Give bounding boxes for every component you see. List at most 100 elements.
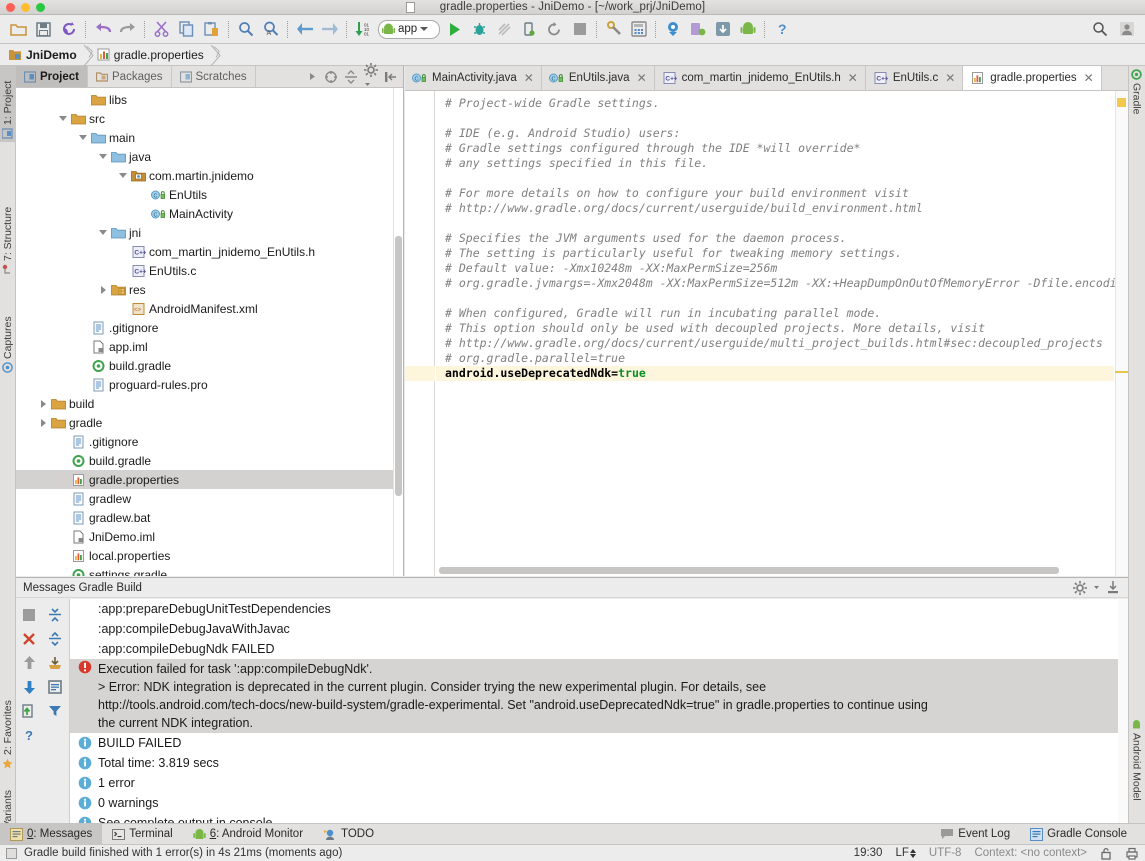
status-toggle-icon[interactable] <box>6 848 17 859</box>
inspections-icon[interactable] <box>1125 847 1139 860</box>
back-icon[interactable] <box>292 17 317 42</box>
tree-node[interactable]: build.gradle <box>16 451 393 470</box>
tree-node[interactable]: res <box>16 280 393 299</box>
lock-icon[interactable] <box>1100 847 1112 860</box>
tree-node[interactable]: src <box>16 109 393 128</box>
user-account-icon[interactable] <box>1114 17 1139 42</box>
expand-all-icon[interactable] <box>42 603 68 627</box>
help-icon[interactable]: ? <box>769 17 794 42</box>
search-everywhere-icon[interactable] <box>1087 17 1112 42</box>
editor-gutter[interactable] <box>405 91 435 576</box>
collapse-all-icon[interactable] <box>344 70 358 84</box>
expand-toggle-right-icon[interactable] <box>96 286 110 294</box>
tab-packages[interactable]: Packages <box>88 66 172 87</box>
expand-toggle-down-icon[interactable] <box>96 230 110 235</box>
bottom-tab-messages[interactable]: 0: Messages <box>0 824 102 844</box>
undo-icon[interactable] <box>90 17 115 42</box>
tree-node[interactable]: C++com_martin_jnidemo_EnUtils.h <box>16 242 393 261</box>
filter-icon[interactable] <box>42 699 68 723</box>
tree-node[interactable]: settings.gradle <box>16 565 393 576</box>
tree-node[interactable]: com.martin.jnidemo <box>16 166 393 185</box>
expand-toggle-down-icon[interactable] <box>76 135 90 140</box>
export-icon[interactable] <box>42 651 68 675</box>
bottom-tab-android-monitor[interactable]: 6: Android Monitor <box>183 824 313 844</box>
paste-icon[interactable] <box>199 17 224 42</box>
message-row[interactable]: See complete output in console <box>70 813 1128 823</box>
tree-node[interactable]: gradlew.bat <box>16 508 393 527</box>
sync-refresh-icon[interactable] <box>56 17 81 42</box>
sync-gradle-icon[interactable] <box>660 17 685 42</box>
code-editor[interactable]: # Project-wide Gradle settings.# IDE (e.… <box>405 91 1128 576</box>
expand-arrow-icon[interactable] <box>307 71 318 82</box>
sidebar-item-captures[interactable]: Captures <box>0 292 16 376</box>
editor-tab[interactable]: CMainActivity.java✕ <box>405 66 542 90</box>
bottom-tab-gradle-console[interactable]: Gradle Console <box>1020 824 1137 844</box>
run-button[interactable] <box>442 17 467 42</box>
sidebar-item-android-model[interactable]: Android Model <box>1128 716 1145 831</box>
tree-node[interactable]: C++EnUtils.c <box>16 261 393 280</box>
chevron-down-icon[interactable] <box>420 27 428 31</box>
console-icon[interactable] <box>42 675 68 699</box>
run-configuration-selector[interactable]: app <box>378 20 440 39</box>
find-icon[interactable] <box>233 17 258 42</box>
copy-icon[interactable] <box>174 17 199 42</box>
jump-to-source-icon[interactable] <box>16 699 42 723</box>
close-tab-icon[interactable]: ✕ <box>637 72 647 84</box>
replace-icon[interactable]: A <box>258 17 283 42</box>
project-tree[interactable]: libssrcmainjavacom.martin.jnidemoCEnUtil… <box>16 88 393 576</box>
editor-tab[interactable]: C++com_martin_jnidemo_EnUtils.h✕ <box>655 66 866 90</box>
expand-toggle-down-icon[interactable] <box>96 154 110 159</box>
encoding-selector[interactable]: UTF-8 <box>929 847 962 859</box>
project-tree-scrollbar[interactable] <box>393 88 403 576</box>
sidebar-item-structure[interactable]: 7: Structure <box>0 192 16 278</box>
tree-node[interactable]: app.iml <box>16 337 393 356</box>
expand-toggle-right-icon[interactable] <box>36 400 50 408</box>
tree-node[interactable]: JniDemo.iml <box>16 527 393 546</box>
bottom-tab-todo[interactable]: TODO <box>313 824 384 844</box>
editor-tab[interactable]: gradle.properties✕ <box>963 66 1101 90</box>
message-row[interactable]: :app:compileDebugJavaWithJavac <box>70 619 1128 639</box>
stop-icon[interactable] <box>567 17 592 42</box>
avd-device-icon[interactable] <box>685 17 710 42</box>
close-tab-icon[interactable]: ✕ <box>848 72 858 84</box>
debug-button[interactable] <box>467 17 492 42</box>
expand-toggle-down-icon[interactable] <box>116 173 130 178</box>
android-device-monitor-icon[interactable] <box>735 17 760 42</box>
message-row[interactable]: 1 error <box>70 773 1128 793</box>
tree-node[interactable]: gradle <box>16 413 393 432</box>
tree-node[interactable]: build <box>16 394 393 413</box>
coverage-button[interactable] <box>492 17 517 42</box>
message-row[interactable]: Total time: 3.819 secs <box>70 753 1128 773</box>
message-row[interactable]: BUILD FAILED <box>70 733 1128 753</box>
tree-node[interactable]: java <box>16 147 393 166</box>
save-all-icon[interactable] <box>31 17 56 42</box>
settings-gear-icon[interactable] <box>364 63 378 91</box>
close-tab-icon[interactable]: ✕ <box>1084 72 1094 84</box>
scroll-from-source-icon[interactable] <box>324 70 338 84</box>
scrollbar-thumb[interactable] <box>439 567 1059 574</box>
sidebar-item-favorites[interactable]: 2: Favorites <box>0 686 16 772</box>
rerun-icon[interactable] <box>542 17 567 42</box>
collapse-all-icon[interactable] <box>42 627 68 651</box>
prev-occurrence-icon[interactable] <box>16 651 42 675</box>
tree-node[interactable]: jni <box>16 223 393 242</box>
tree-node[interactable]: .gitignore <box>16 432 393 451</box>
messages-list[interactable]: :app:prepareDebugUnitTestDependencies:ap… <box>69 599 1128 823</box>
hide-panel-icon[interactable] <box>1106 581 1120 594</box>
bottom-tab-event-log[interactable]: Event Log <box>930 824 1020 844</box>
next-occurrence-icon[interactable] <box>16 675 42 699</box>
line-separator-selector[interactable]: LF <box>895 847 915 859</box>
scrollbar-thumb[interactable] <box>395 236 402 496</box>
chevron-down-icon[interactable] <box>1093 584 1100 591</box>
tree-node[interactable]: local.properties <box>16 546 393 565</box>
sidebar-item-project[interactable]: 1: Project <box>0 66 16 142</box>
warning-marker[interactable] <box>1117 98 1126 107</box>
message-row[interactable]: 0 warnings <box>70 793 1128 813</box>
redo-icon[interactable] <box>115 17 140 42</box>
tab-scratches[interactable]: Scratches <box>172 66 256 87</box>
editor-lines[interactable]: # Project-wide Gradle settings.# IDE (e.… <box>436 96 1114 576</box>
editor-horizontal-scrollbar[interactable] <box>436 565 1114 576</box>
tree-node[interactable]: gradle.properties <box>16 470 393 489</box>
editor-marker-bar[interactable] <box>1115 91 1128 576</box>
avd-manager-icon[interactable] <box>626 17 651 42</box>
